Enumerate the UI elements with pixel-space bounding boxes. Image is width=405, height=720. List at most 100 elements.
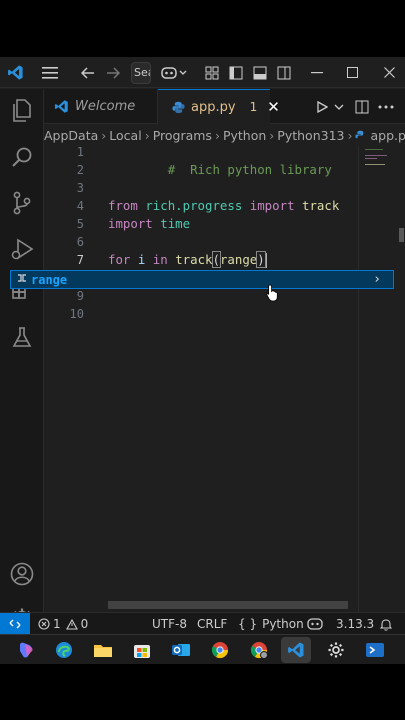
menu-icon[interactable] — [38, 57, 62, 88]
remote-icon[interactable] — [0, 613, 30, 635]
toggle-panel-icon[interactable] — [250, 57, 270, 88]
language-mode-label: Python — [262, 617, 304, 631]
module-token: time — [160, 216, 191, 231]
chevron-right-icon: › — [144, 127, 150, 143]
copilot-app-icon[interactable] — [11, 637, 41, 663]
function-token: range — [219, 252, 258, 267]
letterbox-bottom — [0, 664, 405, 720]
problems-status[interactable]: 1 0 — [38, 613, 88, 635]
tab-welcome[interactable]: Welcome — [44, 89, 158, 124]
crumb-local[interactable]: Local — [109, 128, 141, 143]
outlook-icon[interactable] — [166, 637, 196, 663]
code-line-5: import time — [108, 215, 190, 233]
braces-icon: { } — [238, 617, 258, 631]
vertical-scrollbar[interactable] — [398, 146, 405, 612]
minimap-line — [365, 158, 377, 159]
edge-browser-icon[interactable] — [49, 637, 79, 663]
error-count: 1 — [53, 617, 61, 631]
crumb-appdata[interactable]: AppData — [44, 128, 98, 143]
search-icon[interactable] — [0, 137, 44, 177]
settings-gear-icon[interactable] — [321, 637, 351, 663]
chrome-browser-icon[interactable] — [205, 637, 235, 663]
horizontal-scrollbar[interactable] — [108, 601, 348, 609]
open-paren-token: ( — [211, 251, 222, 268]
language-mode-status[interactable]: { } Python — [238, 613, 304, 635]
explorer-icon[interactable] — [0, 91, 44, 131]
terminal-app-icon[interactable] — [360, 637, 390, 663]
chevron-down-icon — [334, 104, 344, 110]
run-and-debug-icon[interactable] — [0, 229, 44, 269]
tab-close-icon[interactable]: ✕ — [267, 98, 280, 116]
close-window-icon[interactable] — [378, 57, 400, 88]
scrollbar-thumb[interactable] — [399, 228, 404, 242]
toggle-secondary-sidebar-icon[interactable] — [274, 57, 294, 88]
line-number: 2 — [76, 163, 84, 177]
notifications-bell-icon[interactable] — [380, 613, 392, 635]
activity-bar — [0, 89, 44, 630]
testing-icon[interactable] — [0, 317, 44, 357]
text-cursor — [264, 253, 267, 268]
copilot-status-icon[interactable] — [307, 613, 323, 635]
maximize-icon[interactable] — [341, 57, 363, 88]
encoding-status[interactable]: UTF-8 — [152, 613, 187, 635]
minimize-icon[interactable] — [306, 57, 328, 88]
source-control-icon[interactable] — [0, 183, 44, 223]
chrome-profile-icon[interactable] — [244, 637, 274, 663]
minimap-line — [365, 164, 385, 165]
suggestion-widget[interactable]: range › — [10, 270, 394, 289]
vscode-logo-icon — [3, 57, 27, 88]
command-center-search[interactable]: Sea — [131, 62, 151, 84]
microsoft-store-icon[interactable] — [127, 637, 157, 663]
file-explorer-icon[interactable] — [88, 637, 118, 663]
warning-count: 0 — [80, 617, 89, 631]
forward-arrow-icon[interactable] — [102, 57, 124, 88]
line-number: 5 — [76, 217, 84, 231]
eol-status[interactable]: CRLF — [197, 613, 227, 635]
crumb-python[interactable]: Python — [223, 128, 266, 143]
line-number: 3 — [76, 181, 84, 195]
minimap-line — [365, 155, 387, 156]
python-file-icon — [355, 130, 366, 141]
title-bar: Sea — [0, 57, 405, 88]
vscode-taskbar-icon[interactable] — [281, 637, 311, 663]
variable-symbol-icon — [13, 272, 31, 287]
python-interpreter-status[interactable]: 3.13.3 — [336, 613, 374, 635]
chevron-right-icon: › — [101, 127, 107, 143]
keyword-token: import — [108, 216, 153, 231]
back-arrow-icon[interactable] — [77, 57, 99, 88]
line-number: 10 — [69, 307, 84, 321]
vscode-window: Sea — [0, 57, 405, 664]
crumb-programs[interactable]: Programs — [153, 128, 212, 143]
error-icon — [38, 618, 50, 630]
chevron-right-icon[interactable]: › — [373, 271, 381, 288]
copilot-icon[interactable] — [158, 57, 190, 88]
customize-layout-icon[interactable] — [202, 57, 222, 88]
variable-token: i — [137, 252, 146, 267]
more-actions-icon[interactable] — [378, 89, 394, 124]
toggle-primary-sidebar-icon[interactable] — [226, 57, 246, 88]
crumb-python313[interactable]: Python313 — [277, 128, 344, 143]
suggestion-item-label[interactable]: range — [31, 273, 67, 287]
tab-app-py[interactable]: app.py 1 ✕ — [158, 89, 280, 124]
minimap-line — [365, 149, 383, 150]
code-line-7: for i in track(range) — [108, 251, 267, 269]
run-python-file-button[interactable] — [316, 89, 344, 124]
keyword-token: in — [152, 252, 168, 267]
editor-tab-bar: Welcome app.py 1 ✕ — [44, 89, 405, 124]
windows-taskbar — [0, 634, 405, 664]
line-number: 1 — [76, 145, 84, 159]
module-token: rich.progress — [145, 198, 243, 213]
line-number: 4 — [76, 199, 84, 213]
crumb-app-py[interactable]: app.py — [370, 128, 405, 143]
letterbox-top — [0, 0, 405, 57]
search-text: Sea — [134, 66, 150, 79]
chevron-right-icon: › — [269, 127, 275, 143]
split-editor-icon[interactable] — [355, 89, 369, 124]
vscode-tab-icon — [54, 99, 69, 114]
minimap[interactable] — [358, 146, 398, 612]
code-editor[interactable]: 1 2 3 4 5 6 7 9 10 # Rich python library… — [44, 145, 405, 612]
chevron-right-icon: › — [347, 127, 353, 143]
accounts-icon[interactable] — [0, 554, 44, 594]
close-paren-token: ) — [256, 251, 266, 268]
name-token: track — [302, 198, 340, 213]
